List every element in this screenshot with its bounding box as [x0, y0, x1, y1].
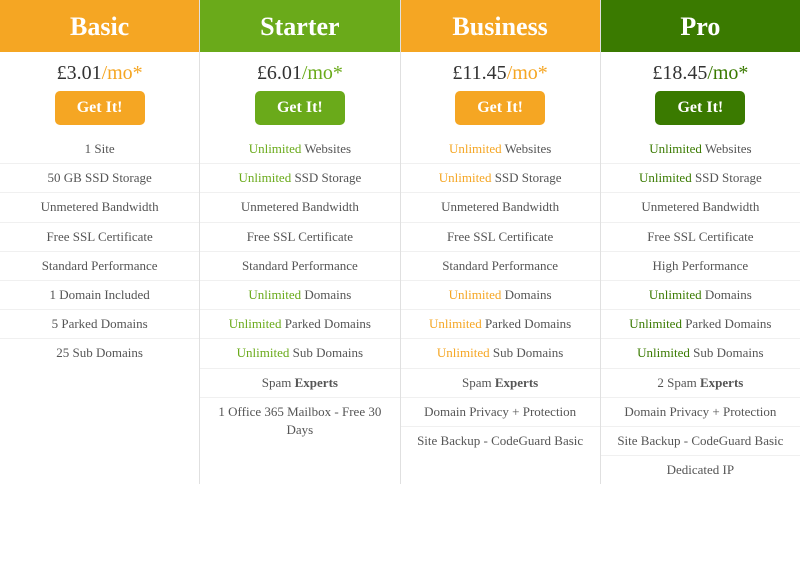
plan-pro-feature-0: Unlimited Websites [601, 135, 800, 163]
plan-business-feature-2: Unmetered Bandwidth [401, 192, 600, 221]
plan-business-feature-5: Unlimited Domains [401, 280, 600, 309]
plan-pro-header: Pro [601, 0, 800, 52]
plan-starter-header: Starter [200, 0, 399, 52]
plan-pro-feature-9: Domain Privacy + Protection [601, 397, 800, 426]
plan-basic-features: 1 Site50 GB SSD StorageUnmetered Bandwid… [0, 135, 199, 368]
plan-starter-feature-5: Unlimited Domains [200, 280, 399, 309]
plan-starter-feature-3: Free SSL Certificate [200, 222, 399, 251]
plan-pro: Pro£18.45/mo*Get It!Unlimited WebsitesUn… [601, 0, 800, 484]
plan-basic-get-button[interactable]: Get It! [55, 91, 145, 125]
pricing-table: Basic£3.01/mo*Get It!1 Site50 GB SSD Sto… [0, 0, 800, 484]
plan-pro-feature-5: Unlimited Domains [601, 280, 800, 309]
plan-basic-feature-5: 1 Domain Included [0, 280, 199, 309]
plan-starter-feature-2: Unmetered Bandwidth [200, 192, 399, 221]
plan-basic-feature-6: 5 Parked Domains [0, 309, 199, 338]
plan-starter-feature-4: Standard Performance [200, 251, 399, 280]
plan-basic-header: Basic [0, 0, 199, 52]
plan-pro-feature-7: Unlimited Sub Domains [601, 338, 800, 367]
plan-pro-feature-8: 2 Spam Experts [601, 368, 800, 397]
plan-business-header: Business [401, 0, 600, 52]
plan-basic-price: £3.01/mo* [57, 52, 143, 91]
plan-business-feature-3: Free SSL Certificate [401, 222, 600, 251]
plan-business: Business£11.45/mo*Get It! Unlimited Websi… [401, 0, 601, 484]
plan-business-feature-6: Unlimited Parked Domains [401, 309, 600, 338]
plan-business-feature-8: Spam Experts [401, 368, 600, 397]
plan-starter-feature-1: Unlimited SSD Storage [200, 163, 399, 192]
plan-starter-features: Unlimited WebsitesUnlimited SSD StorageU… [200, 135, 399, 444]
plan-starter-feature-0: Unlimited Websites [200, 135, 399, 163]
plan-business-feature-9: Domain Privacy + Protection [401, 397, 600, 426]
plan-pro-feature-2: Unmetered Bandwidth [601, 192, 800, 221]
plan-pro-price: £18.45/mo* [652, 52, 748, 91]
plan-basic: Basic£3.01/mo*Get It! 1 Site50 GB SSD Sto… [0, 0, 200, 484]
plan-basic-feature-1: 50 GB SSD Storage [0, 163, 199, 192]
plan-starter-feature-9: 1 Office 365 Mailbox - Free 30 Days [200, 397, 399, 444]
plan-starter-feature-8: Spam Experts [200, 368, 399, 397]
plan-pro-feature-3: Free SSL Certificate [601, 222, 800, 251]
plan-starter-feature-7: Unlimited Sub Domains [200, 338, 399, 367]
plan-starter: Starter£6.01/mo*Get It! Unlimited Website… [200, 0, 400, 484]
plan-business-feature-7: Unlimited Sub Domains [401, 338, 600, 367]
plan-business-feature-4: Standard Performance [401, 251, 600, 280]
plan-business-get-button[interactable]: Get It! [455, 91, 545, 125]
plan-pro-feature-6: Unlimited Parked Domains [601, 309, 800, 338]
plan-starter-price: £6.01/mo* [257, 52, 343, 91]
plan-pro-feature-10: Site Backup - CodeGuard Basic [601, 426, 800, 455]
plan-starter-feature-6: Unlimited Parked Domains [200, 309, 399, 338]
plan-basic-feature-7: 25 Sub Domains [0, 338, 199, 367]
plan-pro-feature-4: High Performance [601, 251, 800, 280]
plan-pro-feature-11: Dedicated IP [601, 455, 800, 484]
plan-business-feature-0: Unlimited Websites [401, 135, 600, 163]
plan-pro-feature-1: Unlimited SSD Storage [601, 163, 800, 192]
plan-business-feature-10: Site Backup - CodeGuard Basic [401, 426, 600, 455]
plan-basic-feature-0: 1 Site [0, 135, 199, 163]
plan-business-price: £11.45/mo* [452, 52, 547, 91]
plan-business-feature-1: Unlimited SSD Storage [401, 163, 600, 192]
plan-starter-get-button[interactable]: Get It! [255, 91, 345, 125]
plan-pro-get-button[interactable]: Get It! [655, 91, 745, 125]
plan-basic-feature-4: Standard Performance [0, 251, 199, 280]
plan-basic-feature-2: Unmetered Bandwidth [0, 192, 199, 221]
plan-basic-feature-3: Free SSL Certificate [0, 222, 199, 251]
plan-pro-features: Unlimited WebsitesUnlimited SSD StorageU… [601, 135, 800, 484]
plan-business-features: Unlimited WebsitesUnlimited SSD StorageU… [401, 135, 600, 455]
